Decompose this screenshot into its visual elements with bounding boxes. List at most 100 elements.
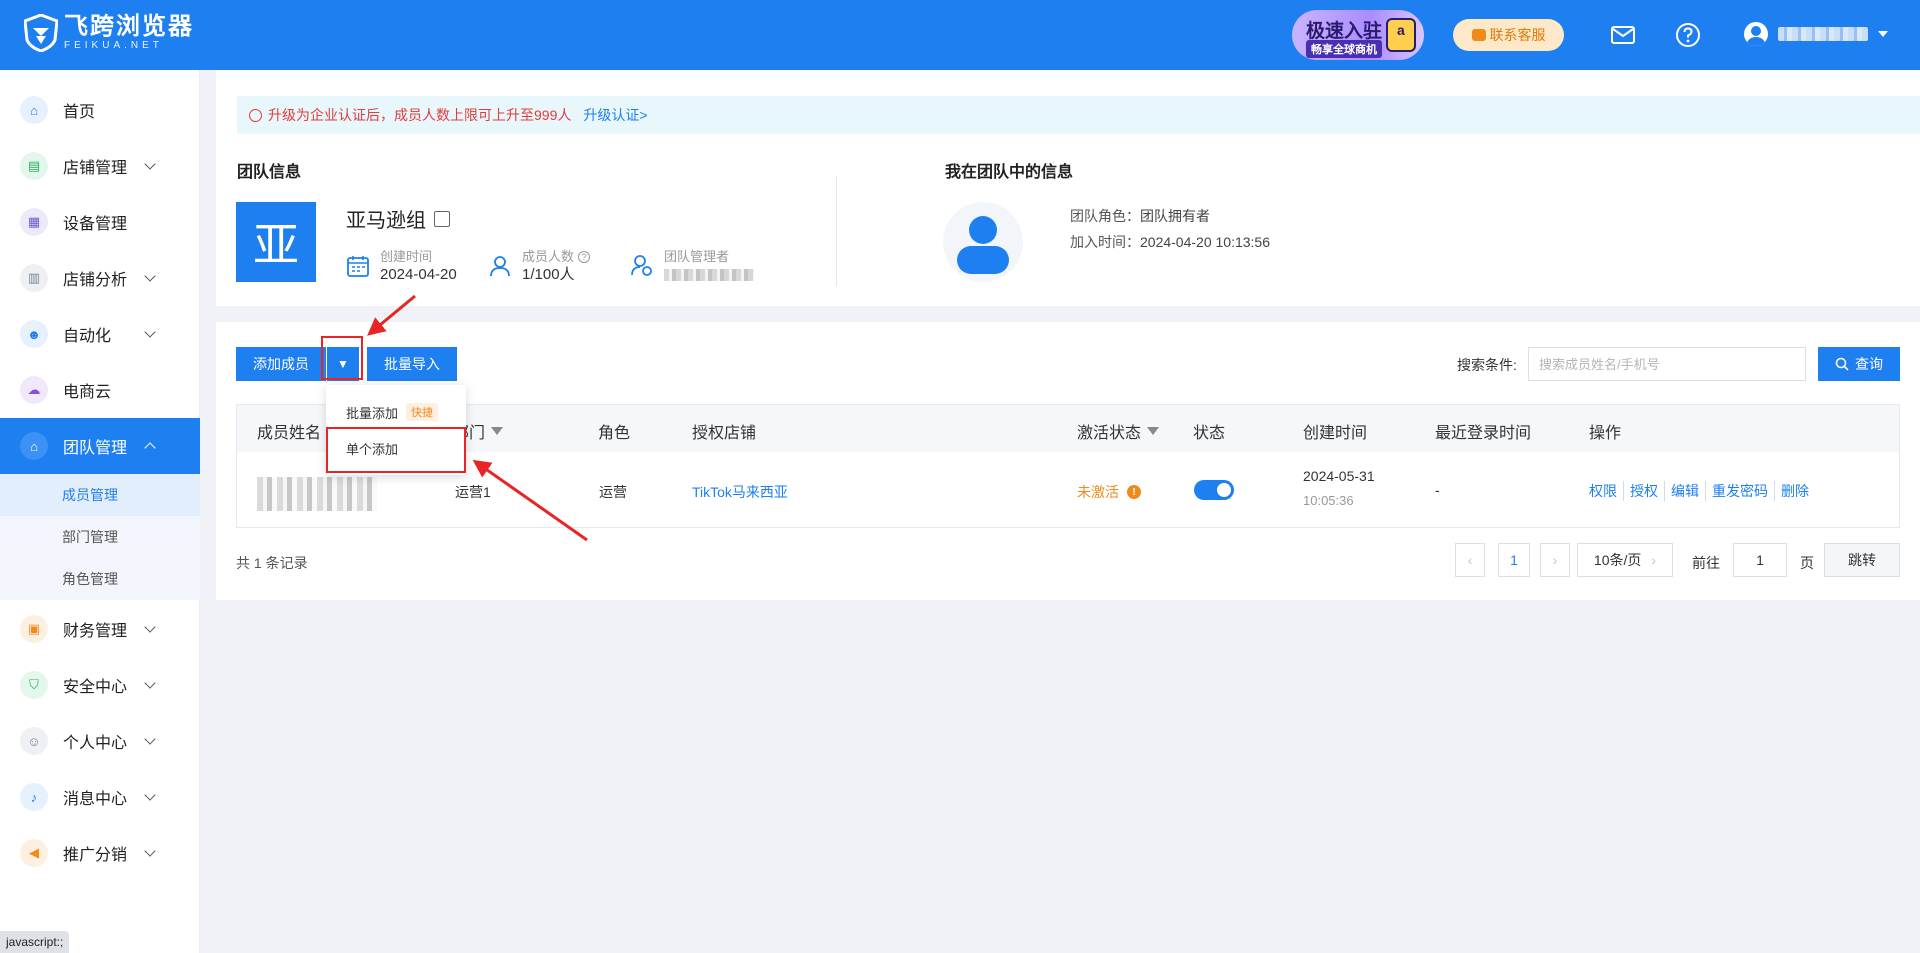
mail-icon[interactable] [1610,22,1636,48]
person-icon [490,256,510,277]
my-role-row: 团队角色：团队拥有者 [1070,206,1210,226]
sidebar-item-team[interactable]: ⌂ 团队管理 [0,418,200,474]
my-role-label: 团队角色： [1070,208,1140,224]
search-input[interactable] [1528,347,1806,381]
created-time-meta: 创建时间 2024-04-20 [346,248,457,284]
authorize-link[interactable]: 授权 [1623,481,1664,501]
batch-add-option[interactable]: 批量添加 快捷 [326,395,466,429]
bell-icon: ♪ [20,783,48,811]
help-icon[interactable]: ? [578,251,591,263]
promo-title: 极速入驻 [1306,21,1383,42]
resend-password-link[interactable]: 重发密码 [1705,481,1774,501]
team-icon: ⌂ [20,432,48,460]
sidebar-subitem-roles[interactable]: 角色管理 [0,558,200,600]
team-logo: 亚 [236,202,316,282]
sidebar-subitem-members[interactable]: 成员管理 [0,474,200,516]
status-toggle[interactable] [1194,480,1234,500]
notice-text: 升级为企业认证后，成员人数上限可上升至999人 [268,107,572,123]
sidebar-item-promotion[interactable]: ◀ 推广分销 [0,825,200,881]
col-last-login: 最近登录时间 [1435,425,1532,442]
sidebar-item-automation[interactable]: ☻ 自动化 [0,306,200,362]
row-activation: 未激活 ! [1077,482,1141,502]
promo-subtitle: 畅享全球商机 [1306,40,1382,58]
help-icon[interactable] [1675,22,1701,48]
my-join-row: 加入时间：2024-04-20 10:13:56 [1070,232,1270,252]
sidebar-subitem-label: 部门管理 [62,529,118,545]
team-admin-meta: 团队管理者 [630,248,754,281]
sidebar-item-label: 设备管理 [63,216,128,233]
sidebar-item-finance[interactable]: ▣ 财务管理 [0,601,200,657]
filter-icon[interactable] [1147,427,1160,435]
jump-button[interactable]: 跳转 [1824,543,1900,577]
top-header: 飞跨浏览器 FEIKUA.NET 极速入驻 畅享全球商机 联系客服 [0,0,1920,70]
add-member-button[interactable]: 添加成员 [236,347,326,381]
warning-icon[interactable]: ! [1127,485,1141,499]
permission-link[interactable]: 权限 [1589,481,1623,501]
sidebar-item-label: 团队管理 [63,440,128,457]
sidebar-item-label: 推广分销 [63,847,128,864]
info-divider [836,176,837,286]
sidebar-item-home[interactable]: ⌂ 首页 [0,82,200,138]
logo-shield-icon [24,14,58,52]
prev-page-button[interactable]: ‹ [1455,543,1485,577]
sidebar-item-store[interactable]: ▤ 店铺管理 [0,138,200,194]
my-info-title: 我在团队中的信息 [945,164,1074,181]
user-menu[interactable] [1744,22,1888,46]
avatar [1744,22,1768,46]
upgrade-link[interactable]: 升级认证> [583,105,647,125]
upgrade-notice: 升级为企业认证后，成员人数上限可上升至999人 升级认证> [237,96,1920,134]
edit-link[interactable]: 编辑 [1664,481,1705,501]
chevron-down-icon [1878,31,1888,37]
row-store-link[interactable]: TikTok马来西亚 [692,482,788,502]
goto-label: 前往 [1692,555,1720,571]
chevron-down-icon [144,789,156,801]
sidebar-item-label: 财务管理 [63,623,128,640]
shield-icon: ⛉ [20,671,48,699]
member-table: 成员姓名 部门 角色 授权店铺 激活状态 状态 创建时间 最近登录时间 操作 运… [236,404,1900,528]
brand-logo[interactable]: 飞跨浏览器 FEIKUA.NET [24,14,194,52]
edit-icon[interactable] [434,210,450,227]
page-1-button[interactable]: 1 [1498,543,1530,577]
col-status: 状态 [1193,425,1226,442]
promo-banner[interactable]: 极速入驻 畅享全球商机 [1292,10,1424,60]
row-created-date: 2024-05-31 [1303,468,1375,484]
sidebar-item-personal[interactable]: ☺ 个人中心 [0,713,200,769]
home-icon: ⌂ [20,96,48,124]
quick-badge: 快捷 [406,403,439,421]
col-role: 角色 [598,425,631,442]
store-icon: ▤ [20,152,48,180]
search-label: 搜索条件: [1457,357,1517,373]
query-button[interactable]: 查询 [1818,347,1900,381]
page-unit-label: 页 [1800,555,1814,571]
sidebar-item-security[interactable]: ⛉ 安全中心 [0,657,200,713]
sidebar: ⌂ 首页 ▤ 店铺管理 ▦ 设备管理 ▥ 店铺分析 ☻ 自动化 ☁ 电商云 ⌂ … [0,70,200,953]
row-department: 运营1 [455,484,491,500]
team-info-title: 团队信息 [237,164,302,181]
sidebar-item-analysis[interactable]: ▥ 店铺分析 [0,250,200,306]
chevron-down-icon [144,270,156,282]
page-size-select[interactable]: 10条/页 › [1577,543,1673,577]
username-redacted [1778,27,1868,41]
chevron-down-icon [144,677,156,689]
col-activation-status[interactable]: 激活状态 [1077,419,1160,443]
sidebar-item-label: 自动化 [63,328,112,345]
sidebar-item-device[interactable]: ▦ 设备管理 [0,194,200,250]
sidebar-subitem-label: 成员管理 [62,487,118,503]
next-page-button[interactable]: › [1540,543,1570,577]
contact-support-button[interactable]: 联系客服 [1453,19,1564,51]
batch-import-button[interactable]: 批量导入 [367,347,457,381]
row-last-login: - [1435,482,1440,498]
chevron-down-icon [144,733,156,745]
sidebar-item-messages[interactable]: ♪ 消息中心 [0,769,200,825]
my-avatar [943,202,1023,282]
sidebar-subitem-departments[interactable]: 部门管理 [0,516,200,558]
calendar-icon [347,256,369,277]
team-admin-label: 团队管理者 [664,249,730,264]
delete-link[interactable]: 删除 [1774,481,1815,501]
filter-icon[interactable] [491,427,504,435]
col-member-name: 成员姓名 [257,425,322,442]
logo-domain: FEIKUA.NET [64,40,163,51]
member-count-label: 成员人数 ? [522,248,591,266]
sidebar-item-cloud[interactable]: ☁ 电商云 [0,362,200,418]
goto-page-input[interactable]: 1 [1733,543,1787,577]
